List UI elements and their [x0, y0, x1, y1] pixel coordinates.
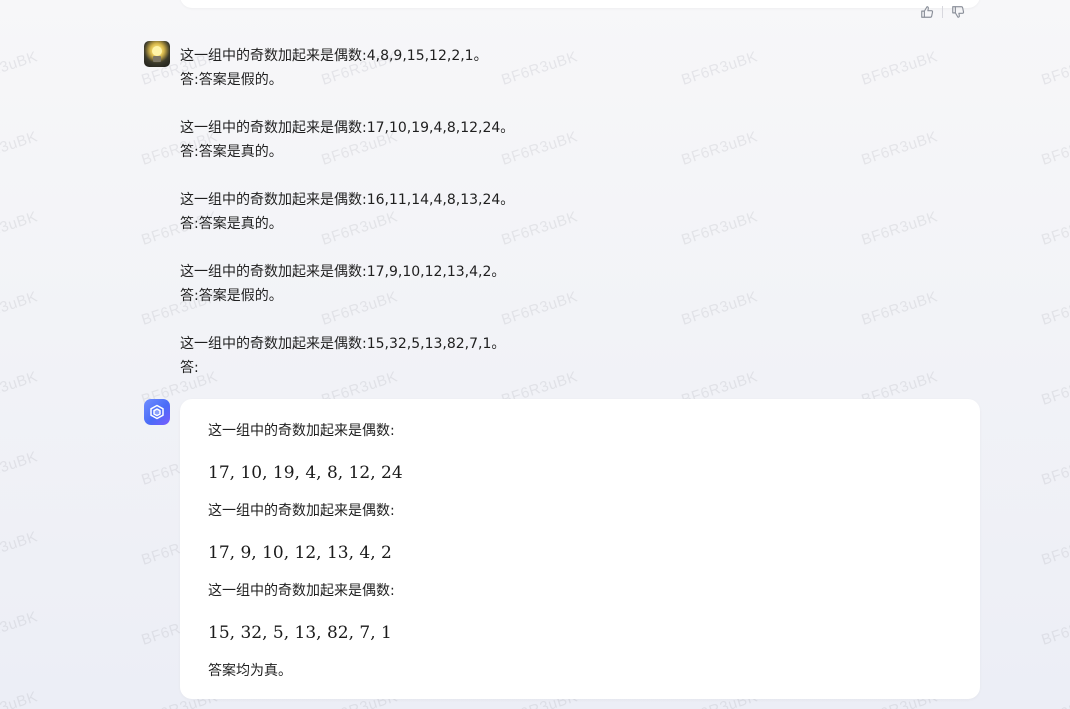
user-message-line: 答:答案是假的。 [180, 72, 283, 88]
watermark-text: BF6R3uBK [0, 208, 40, 249]
bot-block-label: 这一组中的奇数加起来是偶数: [208, 423, 395, 439]
watermark-text: BF6R3uBK [1039, 48, 1070, 89]
watermark-text: BF6R3uBK [0, 448, 40, 489]
watermark-text: BF6R3uBK [0, 368, 40, 409]
thumbs-up-icon[interactable] [918, 3, 936, 21]
watermark-text: BF6R3uBK [1039, 448, 1070, 489]
bot-number-list: 17, 10, 19, 4, 8, 12, 24 [208, 463, 403, 483]
user-message-line: 这一组中的奇数加起来是偶数:4,8,9,15,12,2,1。 [180, 48, 488, 64]
previous-message-card-edge [180, 0, 980, 8]
bot-number-list: 17, 9, 10, 12, 13, 4, 2 [208, 543, 392, 563]
bot-message-content: 这一组中的奇数加起来是偶数: 17, 10, 19, 4, 8, 12, 24 … [208, 419, 948, 683]
bot-message-card: 这一组中的奇数加起来是偶数: 17, 10, 19, 4, 8, 12, 24 … [180, 399, 980, 699]
bot-block-label: 这一组中的奇数加起来是偶数: [208, 503, 395, 519]
light-bulb-base [153, 56, 161, 62]
watermark-text: BF6R3uBK [0, 608, 40, 649]
user-message-line: 答:答案是真的。 [180, 144, 283, 160]
watermark-text: BF6R3uBK [1039, 288, 1070, 329]
watermark-text: BF6R3uBK [0, 128, 40, 169]
bot-avatar[interactable] [144, 399, 170, 425]
feedback-divider [942, 6, 943, 18]
watermark-text: BF6R3uBK [1039, 128, 1070, 169]
feedback-bar [918, 3, 967, 21]
cube-bot-icon [150, 404, 164, 420]
bot-block-label: 这一组中的奇数加起来是偶数: [208, 583, 395, 599]
watermark-text: BF6R3uBK [1039, 368, 1070, 409]
user-message-line: 这一组中的奇数加起来是偶数:17,10,19,4,8,12,24。 [180, 120, 515, 136]
user-message-line: 答:答案是真的。 [180, 216, 283, 232]
watermark-text: BF6R3uBK [1039, 688, 1070, 709]
user-message-line: 这一组中的奇数加起来是偶数:15,32,5,13,82,7,1。 [180, 336, 506, 352]
user-message-line: 这一组中的奇数加起来是偶数:17,9,10,12,13,4,2。 [180, 264, 506, 280]
user-message-line: 答:答案是假的。 [180, 288, 283, 304]
bot-conclusion: 答案均为真。 [208, 663, 292, 679]
watermark-text: BF6R3uBK [0, 288, 40, 329]
bot-number-list: 15, 32, 5, 13, 82, 7, 1 [208, 623, 392, 643]
watermark-text: BF6R3uBK [1039, 608, 1070, 649]
watermark-text: BF6R3uBK [1039, 208, 1070, 249]
user-message: 这一组中的奇数加起来是偶数:4,8,9,15,12,2,1。 答:答案是假的。这一… [180, 44, 880, 380]
user-avatar[interactable] [144, 41, 170, 67]
watermark-text: BF6R3uBK [1039, 528, 1070, 569]
watermark-text: BF6R3uBK [0, 528, 40, 569]
user-message-line: 这一组中的奇数加起来是偶数:16,11,14,4,8,13,24。 [180, 192, 515, 208]
light-bulb-avatar [152, 46, 162, 56]
thumbs-down-icon[interactable] [949, 3, 967, 21]
watermark-text: BF6R3uBK [0, 688, 40, 709]
user-message-line: 答: [180, 360, 199, 376]
watermark-text: BF6R3uBK [0, 48, 40, 89]
